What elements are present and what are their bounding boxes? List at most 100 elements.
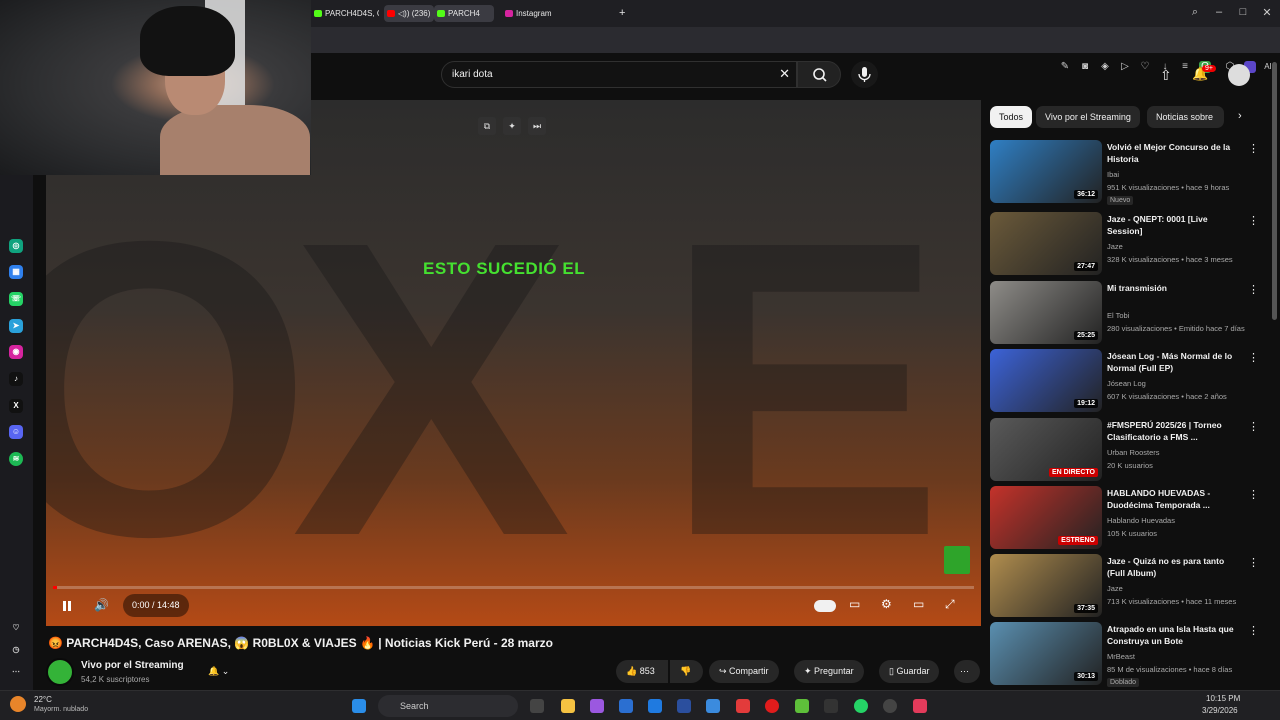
app-circle-icon[interactable]: [883, 699, 897, 713]
miniplayer-icon[interactable]: ⧉: [478, 117, 496, 135]
recommendation-title[interactable]: #FMSPERÚ 2025/26 | Torneo Clasificatorio…: [1107, 419, 1237, 443]
more-options-icon[interactable]: ⋮: [1248, 142, 1259, 155]
camera-icon[interactable]: ◙: [1079, 61, 1091, 73]
recommendation-channel[interactable]: El Tobi: [1107, 311, 1129, 320]
recommendation-item[interactable]: 37:35 Jaze - Quizá no es para tanto (Full…: [990, 554, 1270, 618]
photoshop-icon[interactable]: [677, 699, 691, 713]
tab-instagram[interactable]: Instagram: [502, 5, 582, 22]
chip-news[interactable]: Noticias sobre: [1147, 106, 1224, 128]
recommendation-title[interactable]: Mi transmisión: [1107, 282, 1237, 294]
recommendation-title[interactable]: Atrapado en una Isla Hasta que Construya…: [1107, 623, 1237, 647]
recommendation-channel[interactable]: Hablando Huevadas: [1107, 516, 1175, 525]
opera-icon[interactable]: [765, 699, 779, 713]
more-options-icon[interactable]: ⋮: [1248, 214, 1259, 227]
vivaldi-icon[interactable]: [913, 699, 927, 713]
whatsapp-icon[interactable]: ☏: [9, 292, 23, 306]
progress-bar[interactable]: [53, 586, 974, 589]
more-options-icon[interactable]: ⋮: [1248, 556, 1259, 569]
video-thumbnail[interactable]: 36:12: [990, 140, 1102, 203]
video-thumbnail[interactable]: 27:47: [990, 212, 1102, 275]
discord-icon[interactable]: ☺: [9, 425, 23, 439]
chevron-right-icon[interactable]: ›: [1238, 110, 1242, 122]
ask-button[interactable]: ✦ Preguntar: [794, 660, 864, 683]
scrollbar[interactable]: [1272, 62, 1277, 320]
chip-all[interactable]: Todos: [990, 106, 1033, 128]
ai-sparkle-icon[interactable]: ✦: [503, 117, 521, 135]
fullscreen-icon[interactable]: ⤢: [945, 597, 955, 612]
minimize-button[interactable]: –: [1211, 6, 1227, 18]
more-options-icon[interactable]: ⋮: [1248, 488, 1259, 501]
play-icon[interactable]: ▷: [1119, 61, 1131, 73]
recommendation-channel[interactable]: Ibai: [1107, 170, 1119, 179]
more-options-icon[interactable]: ⋮: [1248, 420, 1259, 433]
channel-avatar[interactable]: [46, 658, 74, 686]
telegram-icon[interactable]: ➤: [9, 319, 23, 333]
channel-name[interactable]: Vivo por el Streaming: [81, 660, 184, 671]
edit-icon[interactable]: ✎: [1059, 61, 1071, 73]
like-button[interactable]: 👍 853: [616, 660, 668, 683]
video-thumbnail[interactable]: 37:35: [990, 554, 1102, 617]
avatar[interactable]: [1228, 64, 1250, 86]
task-view-icon[interactable]: [530, 699, 544, 713]
more-options-icon[interactable]: ⋮: [1248, 624, 1259, 637]
recommendation-item[interactable]: 30:13 Atrapado en una Isla Hasta que Cons…: [990, 622, 1270, 687]
obs-icon[interactable]: [824, 699, 838, 713]
store-icon[interactable]: [619, 699, 633, 713]
search-tabs-icon[interactable]: ⌕: [1187, 6, 1203, 19]
file-explorer-icon[interactable]: [561, 699, 575, 713]
spotify-icon[interactable]: ≋: [9, 452, 23, 466]
theater-mode-icon[interactable]: ▭: [913, 597, 924, 611]
recommendation-item[interactable]: 19:12 Jósean Log - Más Normal de lo Norma…: [990, 349, 1270, 413]
video-thumbnail[interactable]: ESTRENO: [990, 486, 1102, 549]
recommendation-item[interactable]: ESTRENO HABLANDO HUEVADAS - Duodécima Tem…: [990, 486, 1270, 550]
recommendation-channel[interactable]: Jaze: [1107, 242, 1123, 251]
recommendation-title[interactable]: Jósean Log - Más Normal de lo Normal (Fu…: [1107, 350, 1237, 374]
favorites-icon[interactable]: ♡: [9, 621, 23, 635]
search-bar[interactable]: ikari dota ✕: [441, 61, 797, 88]
menu-icon[interactable]: ≡: [1179, 61, 1191, 73]
recommendation-item[interactable]: 25:25 Mi transmisión El Tobi 280 visualizac…: [990, 281, 1270, 345]
recommendation-title[interactable]: Jaze - QNEPT: 0001 [Live Session]: [1107, 213, 1237, 237]
video-thumbnail[interactable]: 30:13: [990, 622, 1102, 685]
more-icon[interactable]: ⋯: [9, 665, 23, 679]
history-icon[interactable]: ◷: [9, 643, 23, 657]
maximize-button[interactable]: □: [1235, 6, 1251, 18]
video-thumbnail[interactable]: 19:12: [990, 349, 1102, 412]
upload-icon[interactable]: ⇧: [1160, 67, 1172, 84]
more-options-icon[interactable]: ⋮: [1248, 283, 1259, 296]
app-w-icon[interactable]: [736, 699, 750, 713]
heart-icon[interactable]: ♡: [1139, 61, 1151, 73]
shield-icon[interactable]: ◈: [1099, 61, 1111, 73]
share-button[interactable]: ↪ Compartir: [709, 660, 779, 683]
recommendation-channel[interactable]: MrBeast: [1107, 652, 1135, 661]
recommendation-item[interactable]: 27:47 Jaze - QNEPT: 0001 [Live Session] Ja…: [990, 212, 1270, 276]
subtitles-icon[interactable]: ▭: [849, 597, 860, 611]
chatgpt-icon[interactable]: ◎: [9, 239, 23, 253]
tab-youtube[interactable]: ◁)) (236): [384, 5, 434, 22]
more-actions-button[interactable]: ⋯: [954, 660, 980, 683]
new-tab-button[interactable]: +: [615, 5, 633, 22]
settings-gear-icon[interactable]: ⚙: [881, 597, 892, 611]
video-thumbnail[interactable]: EN DIRECTO: [990, 418, 1102, 481]
skip-icon[interactable]: ⏭: [528, 117, 546, 135]
instagram-icon[interactable]: ◉: [9, 345, 23, 359]
recommendation-channel[interactable]: Urban Roosters: [1107, 448, 1160, 457]
recommendation-channel[interactable]: Jaze: [1107, 584, 1123, 593]
voice-search-button[interactable]: [851, 61, 878, 88]
pause-button[interactable]: [60, 599, 74, 613]
dislike-button[interactable]: 👎: [670, 660, 703, 683]
windows-start-icon[interactable]: [352, 699, 366, 713]
recommendation-title[interactable]: Jaze - Quizá no es para tanto (Full Albu…: [1107, 555, 1237, 579]
search-button[interactable]: [797, 61, 841, 88]
whatsapp-taskbar-icon[interactable]: [854, 699, 868, 713]
channel-watermark[interactable]: [944, 546, 970, 574]
tiktok-icon[interactable]: ♪: [9, 372, 23, 386]
recommendation-channel[interactable]: Jósean Log: [1107, 379, 1146, 388]
recommendation-title[interactable]: HABLANDO HUEVADAS - Duodécima Temporada …: [1107, 487, 1237, 511]
tab-kick-1[interactable]: PARCH4D4S, Ca: [311, 5, 379, 22]
video-player[interactable]: O X E ESTO SUCEDIÓ EL ⧉ ✦ ⏭ 🔊 0:00 / 14:…: [46, 100, 981, 626]
notifications-subscribe-button[interactable]: 🔔 ⌄: [198, 660, 244, 683]
more-options-icon[interactable]: ⋮: [1248, 351, 1259, 364]
clear-search-icon[interactable]: ✕: [779, 66, 790, 82]
save-button[interactable]: ▯ Guardar: [879, 660, 940, 683]
